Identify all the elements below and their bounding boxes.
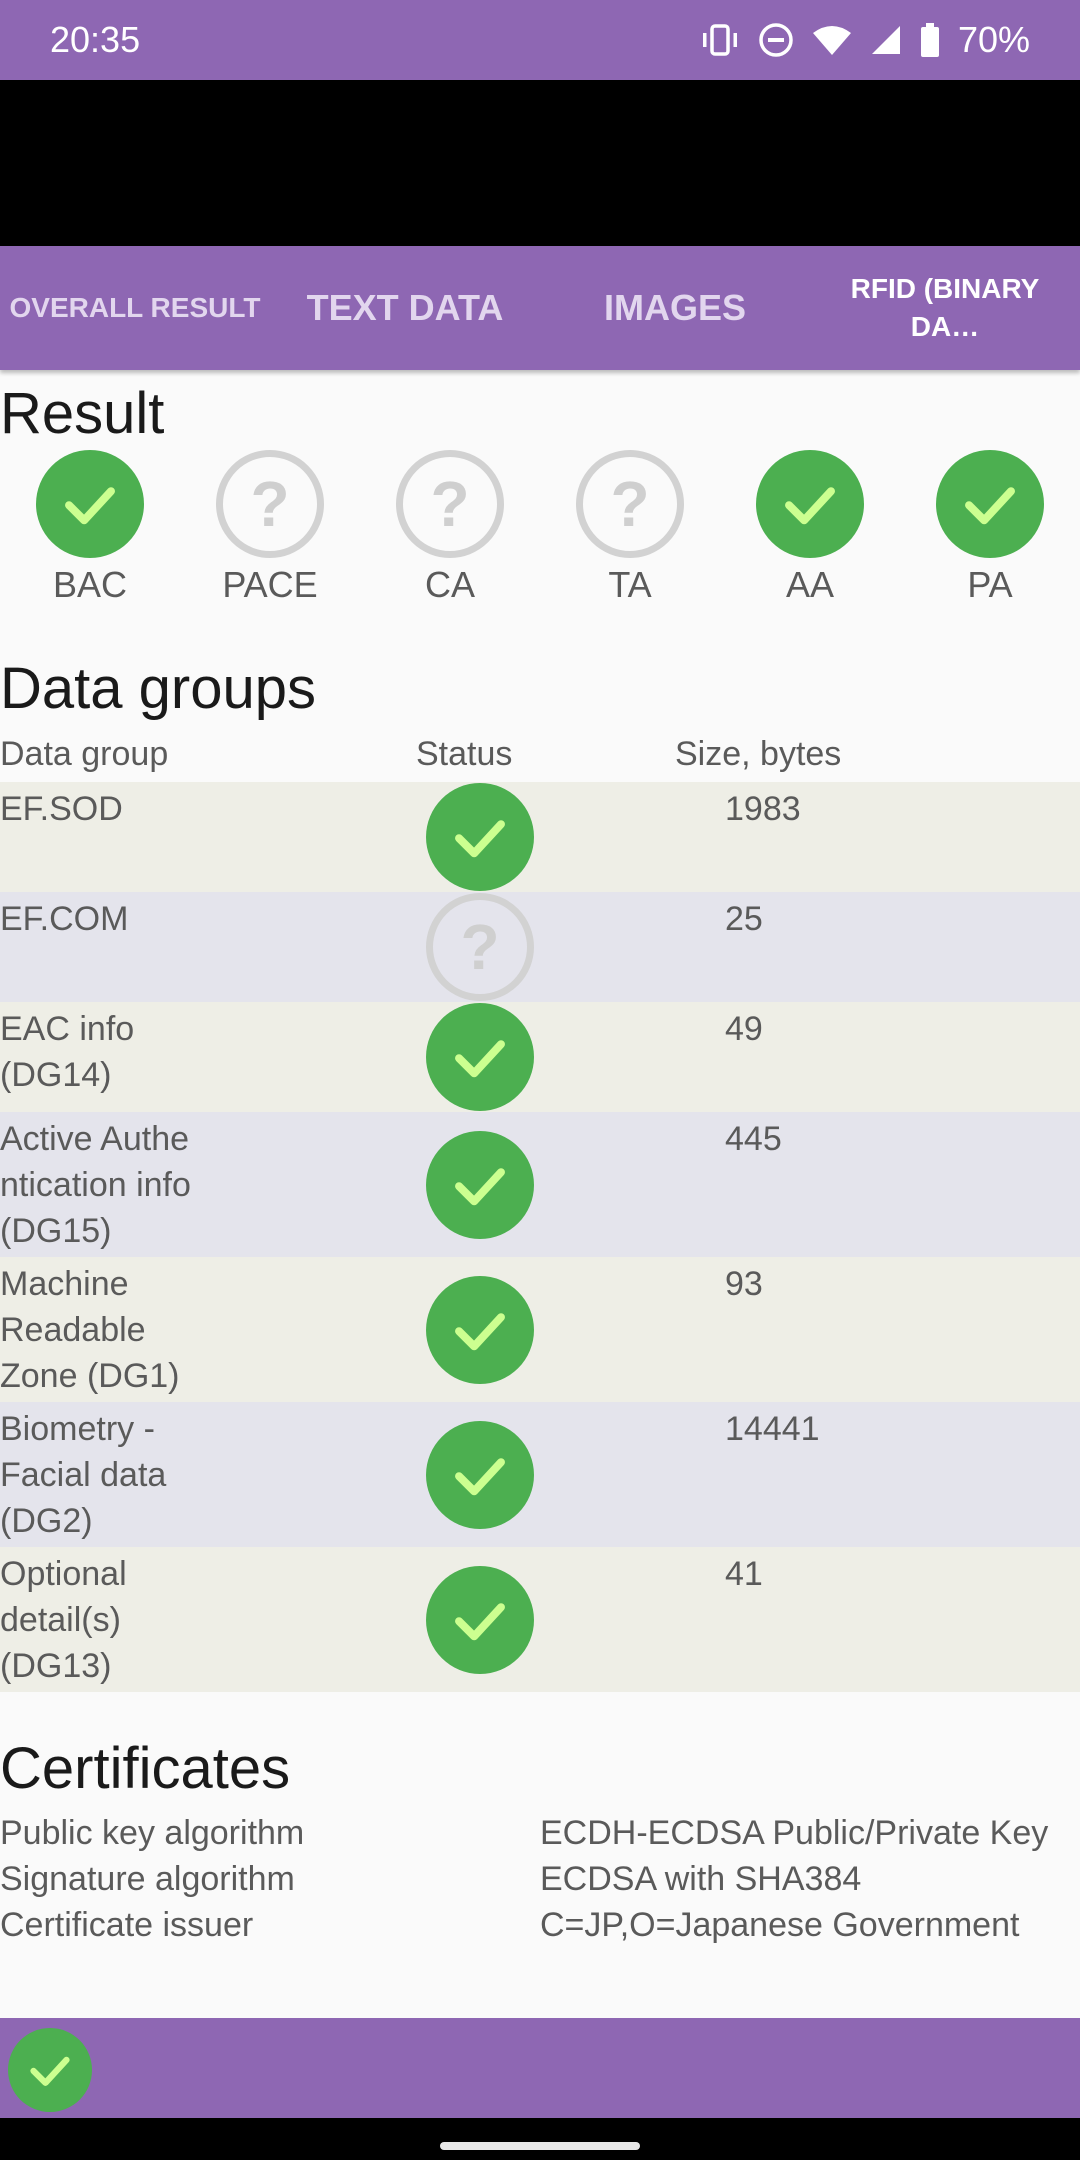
bottom-bar	[0, 2018, 1080, 2118]
data-group-status	[426, 783, 534, 891]
data-group-status	[426, 1566, 534, 1674]
check-icon	[426, 783, 534, 891]
check-icon	[756, 450, 864, 558]
certificate-key: Public key algorithm	[0, 1814, 305, 1852]
do-not-disturb-icon	[758, 22, 794, 58]
table-row: Machine Readable Zone (DG1) 93	[0, 1257, 1080, 1402]
check-icon	[426, 1276, 534, 1384]
data-group-status	[426, 1131, 534, 1239]
table-row: Biometry - Facial data (DG2) 14441	[0, 1402, 1080, 1547]
certificate-key: Certificate issuer	[0, 1906, 254, 1944]
data-group-name: EF.SOD	[0, 790, 123, 828]
result-item-ca: ? CA	[360, 450, 540, 606]
question-icon: ?	[426, 893, 534, 1001]
table-row: EAC info (DG14) 49	[0, 1002, 1080, 1112]
tab-bar: OVERALL RESULT TEXT DATA IMAGES RFID (BI…	[0, 246, 1080, 370]
status-time: 20:35	[50, 19, 141, 60]
result-item-label: PA	[967, 564, 1013, 605]
question-icon: ?	[216, 450, 324, 558]
certificate-row: Certificate issuer C=JP,O=Japanese Govern…	[0, 1902, 1080, 1948]
tab-text-data[interactable]: TEXT DATA	[270, 246, 540, 370]
result-item-aa: AA	[720, 450, 900, 606]
tab-images[interactable]: IMAGES	[540, 246, 810, 370]
data-groups-table: EF.SOD 1983 EF.COM? 25 EAC info (DG14) 49 Activ…	[0, 782, 1080, 1692]
question-icon: ?	[396, 450, 504, 558]
data-group-name: Biometry - Facial data (DG2)	[0, 1410, 167, 1540]
check-icon	[426, 1131, 534, 1239]
result-item-label: CA	[424, 564, 475, 605]
data-group-name: Machine Readable Zone (DG1)	[0, 1265, 180, 1395]
result-status-row: BAC? PACE? CA? TA AA PA	[0, 450, 1080, 606]
tab-rfid-binary-data[interactable]: RFID (BINARY DA…	[810, 246, 1080, 370]
data-groups-heading: Data groups	[0, 656, 316, 721]
header-data-group: Data group	[0, 735, 169, 773]
check-icon	[426, 1421, 534, 1529]
certificate-key: Signature algorithm	[0, 1860, 295, 1898]
data-group-size: 93	[725, 1265, 763, 1303]
result-item-bac: BAC	[0, 450, 180, 606]
result-item-label: PACE	[222, 564, 318, 605]
data-group-name: Optional detail(s) (DG13)	[0, 1555, 127, 1685]
check-icon	[936, 450, 1044, 558]
data-group-size: 49	[725, 1010, 763, 1048]
data-group-status	[426, 1276, 534, 1384]
data-group-size: 445	[725, 1120, 782, 1158]
vibrate-icon	[700, 23, 740, 57]
certificate-row: Public key algorithm ECDH-ECDSA Public/Pr…	[0, 1810, 1080, 1856]
result-heading: Result	[0, 381, 165, 446]
result-item-label: BAC	[52, 564, 128, 605]
certificate-value: C=JP,O=Japanese Government	[540, 1906, 1020, 1944]
wifi-icon	[812, 24, 852, 56]
data-group-name: Active Authe ntication info (DG15)	[0, 1120, 191, 1250]
table-row: EF.COM? 25	[0, 892, 1080, 1002]
question-icon: ?	[576, 450, 684, 558]
certificate-value: ECDSA with SHA384	[540, 1860, 862, 1898]
table-row: Optional detail(s) (DG13) 41	[0, 1547, 1080, 1692]
battery-icon	[920, 23, 940, 57]
header-status: Status	[416, 735, 513, 773]
result-item-ta: ? TA	[540, 450, 720, 606]
certificates-heading: Certificates	[0, 1736, 291, 1801]
data-group-size: 25	[725, 900, 763, 938]
data-group-size: 1983	[725, 790, 801, 828]
certificates-table: Public key algorithm ECDH-ECDSA Public/Pr…	[0, 1810, 1080, 1948]
tab-overall-result[interactable]: OVERALL RESULT	[0, 246, 270, 370]
data-group-name: EAC info (DG14)	[0, 1010, 135, 1094]
data-group-status	[426, 1003, 534, 1111]
navigation-bar	[0, 2118, 1080, 2160]
rfid-content[interactable]: Result BAC? PACE? CA? TA AA PA Data groups Da…	[0, 370, 1080, 2018]
data-groups-header: Data group Status Size, bytes	[0, 735, 1080, 777]
certificate-row: Signature algorithm ECDSA with SHA384	[0, 1856, 1080, 1902]
overall-status-check-icon[interactable]	[8, 2028, 92, 2112]
check-icon	[426, 1566, 534, 1674]
check-icon	[426, 1003, 534, 1111]
camera-cutout-area	[0, 80, 1080, 246]
certificate-value: ECDH-ECDSA Public/Private Key	[540, 1814, 1049, 1852]
table-row: Active Authe ntication info (DG15) 445	[0, 1112, 1080, 1257]
status-bar: 20:35 70%	[0, 0, 1080, 80]
check-icon	[36, 450, 144, 558]
result-item-label: AA	[785, 564, 835, 605]
cellular-signal-icon	[870, 24, 902, 56]
result-item-label: TA	[608, 564, 652, 605]
data-group-status	[426, 1421, 534, 1529]
result-item-pace: ? PACE	[180, 450, 360, 606]
data-group-name: EF.COM	[0, 900, 129, 938]
data-group-size: 41	[725, 1555, 763, 1593]
battery-percent: 70%	[957, 19, 1030, 60]
table-row: EF.SOD 1983	[0, 782, 1080, 892]
data-group-status: ?	[426, 893, 534, 1001]
data-group-size: 14441	[725, 1410, 820, 1448]
result-item-pa: PA	[900, 450, 1080, 606]
header-size: Size, bytes	[675, 735, 842, 773]
home-gesture-handle[interactable]	[440, 2142, 640, 2150]
